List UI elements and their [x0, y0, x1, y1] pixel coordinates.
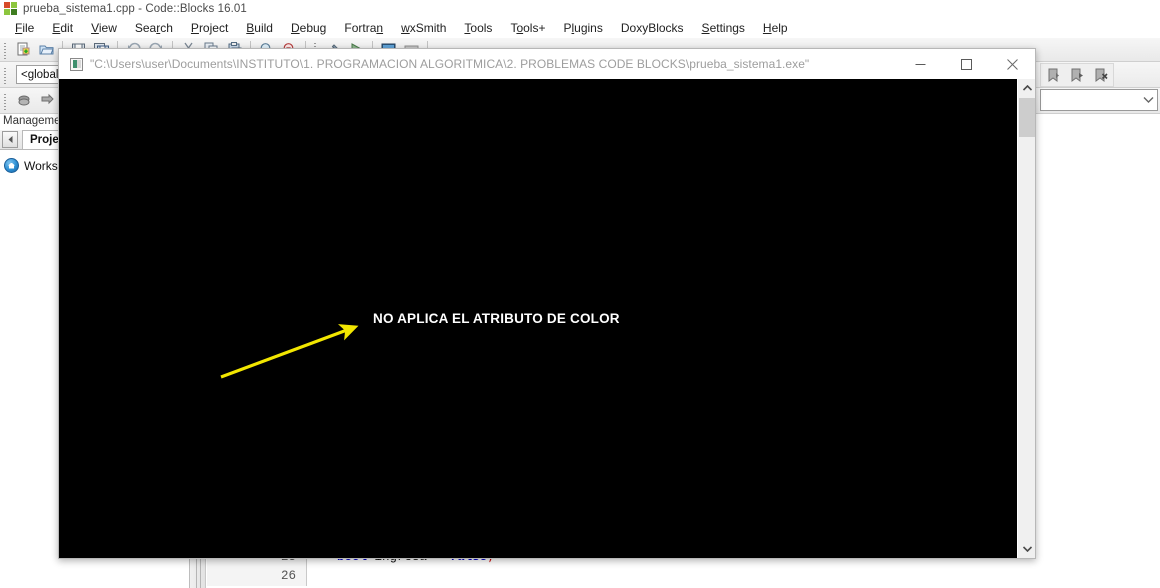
toolbar-grip[interactable]	[3, 40, 10, 59]
ide-titlebar: prueba_sistema1.cpp - Code::Blocks 16.01	[0, 0, 1160, 18]
screen-root: prueba_sistema1.cpp - Code::Blocks 16.01…	[0, 0, 1160, 588]
menubar: File Edit View Search Project Build Debu…	[0, 19, 1160, 38]
debug-continue-icon[interactable]	[13, 91, 34, 111]
menu-item-help[interactable]: Help	[754, 19, 797, 38]
menu-item-fortran[interactable]: Fortran	[335, 19, 392, 38]
menu-item-edit[interactable]: Edit	[43, 19, 82, 38]
menu-item-plugins[interactable]: Plugins	[554, 19, 611, 38]
bookmark-prev-icon[interactable]	[1043, 65, 1064, 85]
menu-item-wxsmith[interactable]: wxSmith	[392, 19, 455, 38]
compiler-target-combo[interactable]	[1040, 89, 1158, 111]
annotation-text: NO APLICA EL ATRIBUTO DE COLOR	[373, 311, 620, 326]
menu-item-build[interactable]: Build	[237, 19, 282, 38]
debug-next-line-icon[interactable]	[36, 91, 57, 111]
close-icon[interactable]	[989, 49, 1035, 79]
menu-label: DoxyBlocks	[620, 21, 684, 35]
code-line-26[interactable]: 26	[207, 567, 1160, 586]
menu-item-tools[interactable]: Tools	[455, 19, 501, 38]
chevron-up-icon[interactable]	[1018, 79, 1036, 97]
menu-item-project[interactable]: Project	[182, 19, 237, 38]
toolbar-grip[interactable]	[3, 65, 10, 84]
console-title-text: "C:\Users\user\Documents\INSTITUTO\1. PR…	[90, 57, 810, 71]
ide-title-text: prueba_sistema1.cpp - Code::Blocks 16.01	[23, 3, 247, 15]
open-file-icon[interactable]	[36, 40, 57, 60]
bookmark-clear-icon[interactable]	[1091, 65, 1112, 85]
workspace-globe-icon	[4, 158, 19, 173]
bookmark-toolbar-group	[1040, 63, 1114, 87]
new-file-icon[interactable]	[13, 40, 34, 60]
chevron-left-icon[interactable]	[2, 131, 18, 148]
menu-item-file[interactable]: File	[6, 19, 43, 38]
console-app-icon	[70, 57, 83, 71]
menu-item-search[interactable]: Search	[126, 19, 182, 38]
menu-label: ile	[22, 21, 35, 35]
maximize-icon[interactable]	[943, 49, 989, 79]
console-titlebar[interactable]: "C:\Users\user\Documents\INSTITUTO\1. PR…	[59, 49, 1035, 79]
line-number: 26	[207, 567, 307, 586]
chevron-down-icon	[1139, 90, 1157, 110]
menu-item-tools-plus[interactable]: Tools+	[501, 19, 554, 38]
menu-label: iew	[98, 21, 117, 35]
line-content	[307, 567, 337, 586]
menu-item-debug[interactable]: Debug	[282, 19, 335, 38]
scrollbar-thumb[interactable]	[1019, 98, 1035, 137]
toolbar-grip[interactable]	[3, 91, 10, 110]
codeblocks-logo-icon	[4, 2, 18, 16]
console-scrollbar[interactable]	[1017, 79, 1035, 558]
window-controls	[897, 49, 1035, 79]
menu-label: dit	[60, 21, 74, 35]
menu-item-doxyblocks[interactable]: DoxyBlocks	[612, 19, 693, 38]
console-output-area[interactable]: LOGIN DE USUARIO ---------------- Usuari…	[59, 79, 1035, 558]
minimize-icon[interactable]	[897, 49, 943, 79]
bookmark-next-icon[interactable]	[1067, 65, 1088, 85]
menu-item-view[interactable]: View	[82, 19, 126, 38]
chevron-down-icon[interactable]	[1018, 540, 1036, 558]
console-window[interactable]: "C:\Users\user\Documents\INSTITUTO\1. PR…	[58, 48, 1036, 559]
menu-item-settings[interactable]: Settings	[693, 19, 754, 38]
